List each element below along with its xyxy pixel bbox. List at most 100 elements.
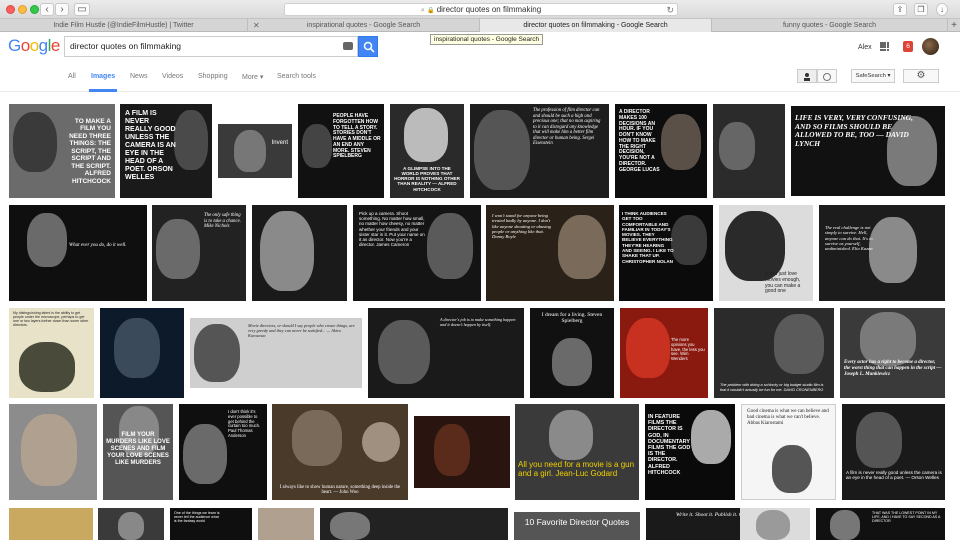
image-caption: A director's job is to make something ha… bbox=[440, 317, 516, 327]
image-result[interactable] bbox=[414, 416, 510, 488]
image-result[interactable] bbox=[713, 104, 785, 198]
image-result[interactable]: THAT WAS THE LOWEST POINT IN MY LIFE, AN… bbox=[816, 508, 945, 540]
image-result[interactable]: One of the things we learn is never tell… bbox=[170, 508, 252, 540]
sidebar-toggle-button[interactable]: ▭ bbox=[74, 3, 90, 16]
image-result[interactable]: If you just love movies enough, you can … bbox=[719, 205, 813, 301]
image-result[interactable]: Pick up a camera. Shoot something. No ma… bbox=[353, 205, 481, 301]
tab-tooltip: inspirational quotes - Google Search bbox=[430, 34, 544, 45]
image-result[interactable]: All you need for a movie is a gun and a … bbox=[515, 404, 639, 500]
image-result[interactable]: I won't stand for anyone being treated b… bbox=[486, 205, 614, 301]
image-caption: PEOPLE HAVE FORGOTTEN HOW TO TELL A STOR… bbox=[333, 113, 381, 160]
image-result[interactable]: The profession of film director can and … bbox=[470, 104, 609, 198]
image-result[interactable]: I always like to show human nature, some… bbox=[272, 404, 408, 500]
address-text: director quotes on filmmaking bbox=[436, 5, 542, 14]
image-result[interactable]: I THINK AUDIENCES GET TOO COMFORTABLE AN… bbox=[619, 205, 713, 301]
tab-funny-quotes[interactable]: funny quotes - Google Search bbox=[712, 19, 948, 32]
image-result[interactable]: The more opinions you have, the less you… bbox=[620, 308, 708, 398]
image-caption: Movie directors, or should I say people … bbox=[248, 323, 355, 338]
tab-twitter[interactable]: Indie Film Hustle (@IndieFilmHustle) | T… bbox=[0, 19, 248, 32]
nav-all[interactable]: All bbox=[68, 73, 76, 80]
safesearch-dropdown[interactable]: SafeSearch ▾ bbox=[851, 69, 895, 83]
share-button[interactable]: ⇪ bbox=[893, 3, 907, 16]
image-result[interactable]: The real challenge is not simply to surv… bbox=[819, 205, 945, 301]
image-result[interactable] bbox=[740, 508, 810, 540]
view-people-button[interactable] bbox=[797, 69, 817, 83]
new-tab-icon[interactable]: + bbox=[951, 19, 957, 32]
tabs-overview-button[interactable]: ❐ bbox=[914, 3, 928, 16]
image-result[interactable]: A DIRECTOR MAKES 100 DECISIONS AN HOUR. … bbox=[615, 104, 707, 198]
image-result[interactable] bbox=[98, 508, 164, 540]
image-result[interactable]: PEOPLE HAVE FORGOTTEN HOW TO TELL A STOR… bbox=[298, 104, 384, 198]
google-logo[interactable]: Google bbox=[8, 36, 60, 56]
back-button[interactable]: ‹ bbox=[40, 3, 54, 16]
image-caption: A GLIMPSE INTO THE WORLD PROVES THAT HOR… bbox=[394, 165, 460, 192]
reload-icon[interactable]: ↻ bbox=[666, 4, 674, 16]
image-caption: One of the things we learn is never tell… bbox=[174, 511, 220, 524]
image-result[interactable]: A FILM IS NEVER REALLY GOOD UNLESS THE C… bbox=[120, 104, 212, 198]
image-result[interactable]: LIFE IS VERY, VERY CONFUSING, AND SO FIL… bbox=[791, 106, 945, 196]
image-result[interactable]: FILM YOUR MURDERS LIKE LOVE SCENES AND F… bbox=[103, 404, 173, 500]
image-result[interactable]: What ever you do, do it well. bbox=[9, 205, 147, 301]
image-row: FILM YOUR MURDERS LIKE LOVE SCENES AND F… bbox=[0, 404, 960, 500]
apps-grid-icon[interactable] bbox=[880, 42, 890, 52]
nav-search-tools[interactable]: Search tools bbox=[277, 73, 316, 80]
image-result[interactable]: My distinguishing talent is the ability … bbox=[9, 308, 94, 398]
notifications-badge[interactable]: 6 bbox=[903, 41, 913, 52]
chevron-right-icon: › bbox=[60, 4, 64, 15]
nav-videos[interactable]: Videos bbox=[162, 73, 183, 80]
image-result[interactable]: I don't think it's ever possible to get … bbox=[179, 404, 267, 500]
image-caption: Every actor has a right to become a dire… bbox=[844, 360, 942, 377]
nav-shopping[interactable]: Shopping bbox=[198, 73, 228, 80]
image-result[interactable]: Good cinema is what we can believe and b… bbox=[741, 404, 836, 500]
download-button[interactable]: ↓ bbox=[936, 3, 948, 16]
image-result[interactable] bbox=[320, 508, 508, 540]
search-icon: ⌕ bbox=[420, 7, 425, 14]
view-globe-button[interactable] bbox=[817, 69, 837, 83]
image-caption: A DIRECTOR MAKES 100 DECISIONS AN HOUR. … bbox=[619, 109, 660, 173]
image-caption: My distinguishing talent is the ability … bbox=[13, 311, 89, 328]
image-caption: FILM YOUR MURDERS LIKE LOVE SCENES AND F… bbox=[106, 432, 170, 466]
settings-button[interactable]: ⚙ bbox=[903, 69, 939, 83]
image-result[interactable] bbox=[258, 508, 314, 540]
image-result[interactable]: Every actor has a right to become a dire… bbox=[840, 308, 945, 398]
nav-images[interactable]: Images bbox=[91, 73, 115, 80]
search-input[interactable]: director quotes on filmmaking bbox=[64, 36, 358, 57]
nav-more[interactable]: More ▾ bbox=[242, 73, 263, 81]
search-button[interactable] bbox=[358, 36, 378, 57]
image-result[interactable]: The problem with doing a schlocky or big… bbox=[714, 308, 834, 398]
forward-button[interactable]: › bbox=[55, 3, 69, 16]
image-caption: Good cinema is what we can believe and b… bbox=[747, 409, 829, 426]
image-caption: THAT WAS THE LOWEST POINT IN MY LIFE, AN… bbox=[872, 511, 941, 524]
nav-news[interactable]: News bbox=[130, 73, 148, 80]
image-result[interactable] bbox=[100, 308, 184, 398]
image-row: TO MAKE A FILM YOU NEED THREE THINGS: TH… bbox=[0, 104, 960, 198]
image-result[interactable]: Invent bbox=[218, 124, 292, 178]
tab-inspirational-quotes[interactable]: ✕ inspirational quotes - Google Search bbox=[248, 19, 480, 32]
tab-director-quotes[interactable]: director quotes on filmmaking - Google S… bbox=[480, 19, 712, 32]
camera-icon[interactable] bbox=[343, 42, 353, 50]
window-maximize-button[interactable] bbox=[30, 5, 39, 14]
tab-title: Indie Film Hustle (@IndieFilmHustle) | T… bbox=[53, 22, 194, 29]
tab-bar: Indie Film Hustle (@IndieFilmHustle) | T… bbox=[0, 19, 960, 32]
image-result[interactable]: Movie directors, or should I say people … bbox=[190, 318, 362, 388]
image-result[interactable]: TO MAKE A FILM YOU NEED THREE THINGS: TH… bbox=[9, 104, 115, 198]
image-result[interactable]: A GLIMPSE INTO THE WORLD PROVES THAT HOR… bbox=[390, 104, 464, 198]
sidebar-icon: ▭ bbox=[77, 4, 87, 15]
user-name[interactable]: Alex bbox=[858, 44, 872, 51]
image-row: What ever you do, do it well. The only s… bbox=[0, 205, 960, 301]
chevron-left-icon: ‹ bbox=[45, 4, 49, 15]
image-result[interactable]: 10 Favorite Director Quotes bbox=[514, 512, 640, 540]
close-tab-icon[interactable]: ✕ bbox=[253, 19, 260, 32]
window-minimize-button[interactable] bbox=[18, 5, 27, 14]
image-result[interactable]: A film is never really good unless the c… bbox=[842, 404, 945, 500]
window-close-button[interactable] bbox=[6, 5, 15, 14]
image-result[interactable]: A director's job is to make something ha… bbox=[368, 308, 524, 398]
image-result[interactable]: The only safe thing is to take a chance.… bbox=[152, 205, 246, 301]
avatar[interactable] bbox=[922, 38, 939, 55]
image-result[interactable]: IN FEATURE FILMS THE DIRECTOR IS GOD, IN… bbox=[645, 404, 735, 500]
image-result[interactable] bbox=[9, 404, 97, 500]
image-result[interactable]: I dream for a living. Steven Spielberg bbox=[530, 308, 614, 398]
image-result[interactable] bbox=[9, 508, 93, 540]
address-bar[interactable]: ⌕ 🔒 director quotes on filmmaking ↻ bbox=[284, 3, 678, 16]
image-result[interactable] bbox=[252, 205, 347, 301]
